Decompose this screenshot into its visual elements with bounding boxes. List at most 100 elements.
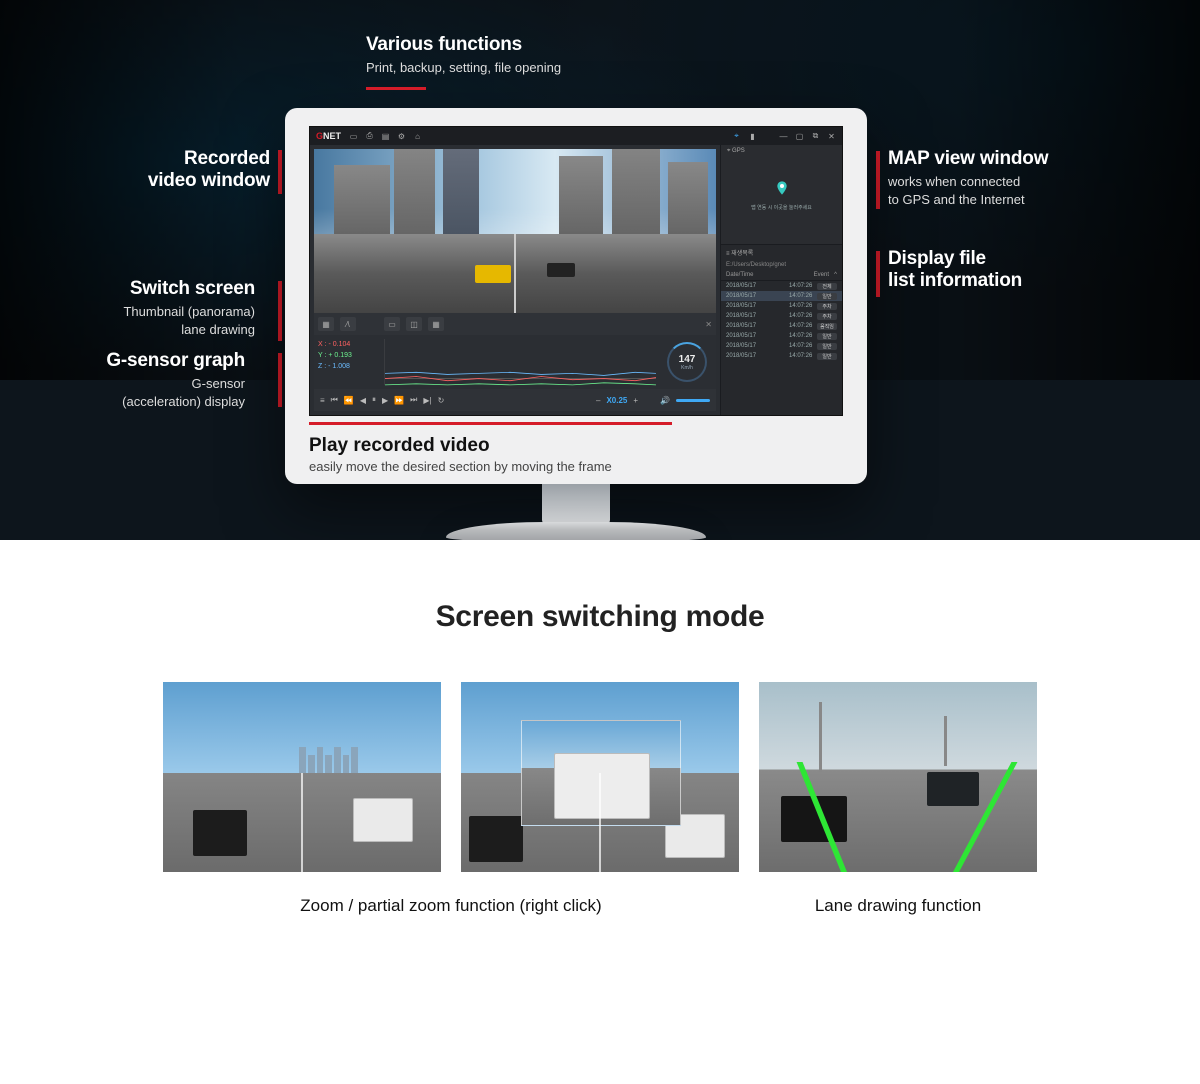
thumbnail-icon[interactable]: ▦	[318, 317, 334, 331]
speed-minus[interactable]: –	[596, 396, 600, 405]
monitor: GNET ▭ ⎙ ▤ ⚙ ⌂ ⌖ ▮ — ▢	[285, 108, 867, 540]
next-file-icon[interactable]: ▶|	[423, 396, 431, 405]
section-heading: Screen switching mode	[0, 600, 1200, 634]
print-icon[interactable]: ⎙	[365, 132, 374, 141]
red-bar	[876, 251, 880, 297]
toolbar-icons-left: ▭ ⎙ ▤ ⚙ ⌂	[349, 132, 422, 141]
step-fwd-icon[interactable]: ⏩	[394, 396, 404, 405]
list-header: ≡ 재생목록	[721, 245, 842, 260]
list-path: E:/Users/Desktop/gnet	[721, 260, 842, 270]
volume-icon[interactable]: 🔊	[660, 396, 670, 405]
app-window: GNET ▭ ⎙ ▤ ⚙ ⌂ ⌖ ▮ — ▢	[309, 126, 843, 416]
callout-sub: easily move the desired section by movin…	[309, 459, 843, 474]
caption-zoom: Zoom / partial zoom function (right clic…	[163, 896, 739, 916]
gsensor-values: X : - 0.104 Y : + 0.193 Z : - 1.008	[318, 339, 378, 385]
list-table-header: Date/Time Event ^	[721, 270, 842, 281]
callout-play-recorded: Play recorded video easily move the desi…	[309, 422, 843, 474]
thumb-lane-drawing	[759, 682, 1037, 872]
main-column: ▦ ⁄\ ▭ ◫ ▦ ✕ X : - 0.104 Y	[310, 145, 720, 415]
maximize-icon[interactable]: ▢	[795, 132, 804, 141]
lane-icon[interactable]: ⁄\	[340, 317, 356, 331]
vehicle-car	[547, 263, 575, 277]
red-underline	[309, 422, 672, 425]
callout-title: Recorded video window	[130, 148, 270, 192]
vehicle-car	[927, 772, 979, 806]
file-list-panel: ≡ 재생목록 E:/Users/Desktop/gnet Date/Time E…	[721, 245, 842, 415]
zoom-overlay	[521, 720, 681, 826]
play-icon[interactable]: ▶	[382, 396, 388, 405]
table-row[interactable]: 2018/05/1714:07:26주차	[721, 301, 842, 311]
monitor-neck	[542, 484, 610, 524]
callout-map-view: MAP view window works when connected to …	[888, 148, 1058, 208]
screen-icon[interactable]: ▭	[349, 132, 358, 141]
settings-icon[interactable]: ⚙	[397, 132, 406, 141]
caption-lane: Lane drawing function	[759, 896, 1037, 916]
step-back-icon[interactable]: ◀	[360, 396, 366, 405]
vehicle-truck	[353, 798, 413, 842]
monitor-base	[446, 522, 706, 540]
callout-title: Play recorded video	[309, 435, 843, 457]
save-icon[interactable]: ▤	[381, 132, 390, 141]
table-row[interactable]: 2018/05/1714:07:26일반	[721, 331, 842, 341]
table-row[interactable]: 2018/05/1714:07:26일반	[721, 351, 842, 361]
layout-split-icon[interactable]: ◫	[406, 317, 422, 331]
vehicle-suv	[193, 810, 247, 856]
red-bar	[278, 353, 282, 407]
skip-start-icon[interactable]: ⏮	[331, 395, 338, 405]
map-panel[interactable]: ⌖ GPS 맵 연동 시 이곳을 눌러주세요	[721, 145, 842, 245]
table-row[interactable]: 2018/05/1714:07:26일반	[721, 341, 842, 351]
table-row[interactable]: 2018/05/1714:07:26움직임	[721, 321, 842, 331]
folder-icon[interactable]: ⌂	[413, 132, 422, 141]
layout-single-icon[interactable]: ▭	[384, 317, 400, 331]
layout-grid-icon[interactable]: ▦	[428, 317, 444, 331]
table-row[interactable]: 2018/05/1714:07:26전체	[721, 281, 842, 291]
app-logo: GNET	[316, 131, 341, 141]
callout-sub: Print, backup, setting, file opening	[366, 59, 561, 77]
skip-end-icon[interactable]: ⏭	[410, 395, 417, 405]
thumb-zoom-in	[461, 682, 739, 872]
prev-frame-icon[interactable]: ⏪	[344, 396, 354, 405]
gsensor-panel: X : - 0.104 Y : + 0.193 Z : - 1.008	[314, 335, 716, 389]
gps-icon[interactable]: ⌖	[732, 132, 741, 141]
hero-section: Various functions Print, backup, setting…	[0, 0, 1200, 540]
caption-row: Zoom / partial zoom function (right clic…	[0, 896, 1200, 916]
app-body: ▦ ⁄\ ▭ ◫ ▦ ✕ X : - 0.104 Y	[310, 145, 842, 415]
menu-icon[interactable]: ≡	[320, 396, 325, 405]
monitor-bezel: GNET ▭ ⎙ ▤ ⚙ ⌂ ⌖ ▮ — ▢	[285, 108, 867, 484]
gsensor-graph	[384, 339, 656, 385]
close-small-icon[interactable]: ✕	[705, 320, 712, 329]
red-bar	[278, 281, 282, 341]
minimize-icon[interactable]: —	[779, 132, 788, 141]
vehicle-truck-zoom	[554, 753, 650, 819]
callout-title: Switch screen	[115, 278, 255, 300]
speed-gauge: 147 Km/h	[662, 339, 712, 385]
lower-section: Screen switching mode Zoom / partial zoo…	[0, 540, 1200, 996]
callout-title: G-sensor graph	[105, 350, 245, 372]
thumbnail-row	[0, 682, 1200, 872]
callout-recorded-video: Recorded video window	[130, 148, 270, 192]
app-titlebar: GNET ▭ ⎙ ▤ ⚙ ⌂ ⌖ ▮ — ▢	[310, 127, 842, 145]
red-bar	[278, 150, 282, 194]
callout-sub: Thumbnail (panorama) lane drawing	[115, 303, 255, 338]
speed-plus[interactable]: +	[633, 396, 638, 405]
map-pin-icon	[774, 178, 790, 198]
pause-icon[interactable]: ⏸	[372, 395, 376, 405]
callout-title: Various functions	[366, 34, 561, 56]
speed-value: X0.25	[606, 396, 627, 405]
video-preview[interactable]	[314, 149, 716, 313]
callout-sub: G-sensor (acceleration) display	[105, 375, 245, 410]
table-row[interactable]: 2018/05/1714:07:26일반	[721, 291, 842, 301]
playback-bar: ≡ ⏮ ⏪ ◀ ⏸ ▶ ⏩ ⏭ ▶| ↻ – X0.25	[314, 389, 716, 411]
volume-slider[interactable]	[676, 399, 710, 402]
restore-icon[interactable]: ⧉	[811, 132, 820, 141]
switch-screen-toolbar: ▦ ⁄\ ▭ ◫ ▦ ✕	[314, 313, 716, 335]
thumb-zoom-out	[163, 682, 441, 872]
map-hint: 맵 연동 시 이곳을 눌러주세요	[751, 204, 812, 211]
close-icon[interactable]: ✕	[827, 132, 836, 141]
toolbar-icons-right: ⌖ ▮	[732, 132, 757, 141]
signal-icon[interactable]: ▮	[748, 132, 757, 141]
repeat-icon[interactable]: ↻	[438, 396, 445, 405]
list-table-body[interactable]: 2018/05/1714:07:26전체2018/05/1714:07:26일반…	[721, 281, 842, 415]
table-row[interactable]: 2018/05/1714:07:26주차	[721, 311, 842, 321]
callout-various-functions: Various functions Print, backup, setting…	[366, 34, 561, 90]
